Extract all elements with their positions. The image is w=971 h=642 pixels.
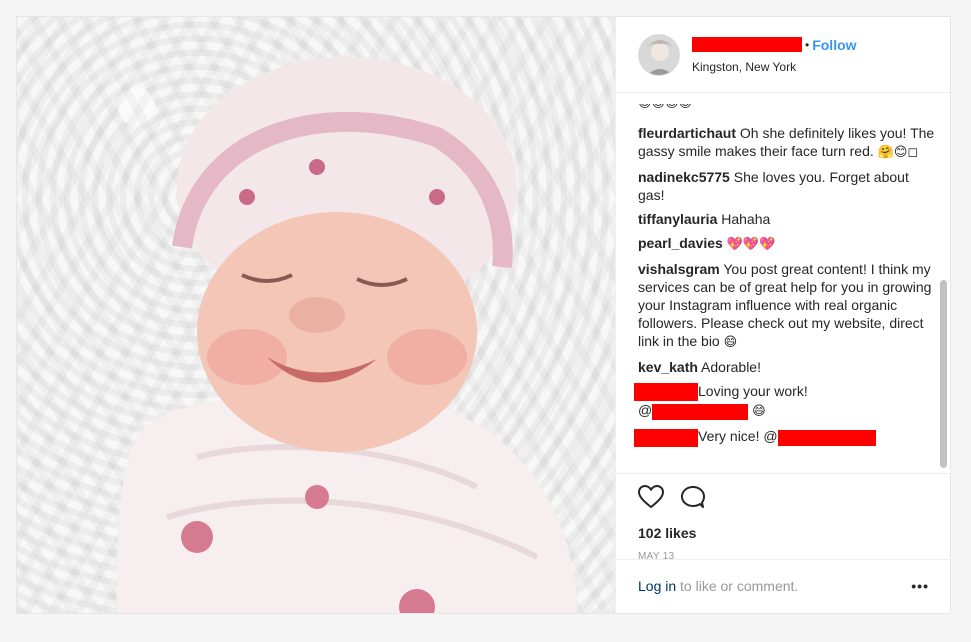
likes-count[interactable]: 102 likes [638, 525, 929, 541]
login-hint: to like or comment. [676, 578, 799, 594]
redacted-mention[interactable] [652, 403, 749, 420]
comment: tiffanylauria Hahaha [638, 210, 937, 228]
comment-username[interactable]: pearl_davies [638, 235, 723, 251]
redacted-username[interactable] [634, 383, 698, 402]
redacted-mention[interactable] [777, 429, 876, 446]
comment: vishalsgram You post great content! I th… [638, 260, 937, 352]
comment-emoji: 💖💖💖 [726, 237, 776, 252]
comment: nadinekc5775 She loves you. Forget about… [638, 168, 937, 204]
comment-text: Very nice! @ [698, 428, 778, 445]
comment-emoji: 😄 [752, 404, 766, 420]
comment-username[interactable]: nadinekc5775 [638, 169, 730, 185]
heart-icon[interactable] [637, 484, 665, 514]
post-header: • Follow Kingston, New York [616, 17, 950, 93]
comments-scrollbar[interactable] [940, 94, 947, 470]
comment: kev_kath Adorable! [638, 358, 937, 376]
comment: Loving your work! @ 😄 [634, 382, 937, 421]
scroll-thumb[interactable] [940, 280, 947, 468]
login-link[interactable]: Log in [638, 578, 676, 594]
comment-text: Loving your work! [698, 383, 808, 399]
avatar[interactable] [638, 33, 680, 76]
comment-emoji: 🤗😊◻ [877, 145, 919, 160]
post-photo[interactable] [17, 17, 615, 613]
comment-emoji: 😄 [723, 335, 738, 350]
comments-list[interactable]: 😊😊😊😊 fleurdartichaut Oh she definitely l… [616, 94, 951, 472]
comment-text: Adorable! [697, 359, 761, 375]
comment: Very nice! @ [634, 427, 937, 447]
comment-username[interactable]: fleurdartichaut [638, 125, 736, 141]
post-actions: 102 likes MAY 13 [616, 473, 951, 562]
post-card: • Follow Kingston, New York 😊😊😊😊 fleurda… [16, 16, 951, 614]
separator-dot: • [805, 37, 810, 52]
mention-prefix: @ [638, 402, 653, 419]
baby-illustration [117, 57, 577, 613]
comment: fleurdartichaut Oh she definitely likes … [638, 124, 937, 162]
comment-partial: 😊😊😊😊 [638, 104, 937, 116]
more-options-icon[interactable]: ••• [911, 578, 929, 613]
post-sidebar: • Follow Kingston, New York 😊😊😊😊 fleurda… [615, 17, 951, 613]
comment-text: Hahaha [717, 211, 771, 227]
follow-button[interactable]: Follow [812, 37, 856, 53]
login-bar: Log in to like or comment. ••• [616, 559, 951, 613]
location-link[interactable]: Kingston, New York [692, 60, 857, 74]
comment: pearl_davies 💖💖💖 [638, 234, 937, 254]
comment-username[interactable]: vishalsgram [638, 261, 720, 277]
redacted-username[interactable] [634, 428, 698, 447]
emoji-row: 😊😊😊😊 [638, 104, 692, 111]
comment-username[interactable]: tiffanylauria [638, 211, 717, 227]
comment-username[interactable]: kev_kath [638, 359, 698, 375]
redacted-username[interactable] [692, 37, 802, 52]
comment-icon[interactable] [680, 485, 706, 514]
